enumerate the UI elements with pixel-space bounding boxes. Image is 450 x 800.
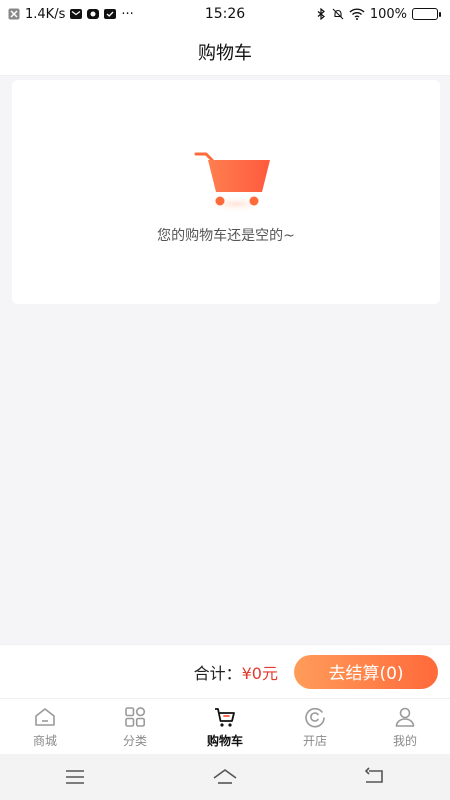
more-notifications: ··· [121, 6, 134, 22]
battery-icon [412, 8, 441, 20]
back-icon[interactable] [361, 766, 389, 788]
bluetooth-icon [315, 7, 327, 21]
status-right: 100% [315, 6, 441, 22]
system-nav-bar [0, 754, 450, 800]
profile-icon [395, 707, 415, 727]
tab-label: 分类 [122, 734, 147, 748]
total-label: 合计： [193, 663, 242, 683]
checkout-bar: 合计： ¥0元 去结算(0) [0, 644, 450, 698]
mail-icon [70, 8, 83, 20]
home-nav-icon[interactable] [211, 766, 239, 788]
battery-percent: 100% [369, 6, 407, 22]
empty-cart-card: 您的购物车还是空的~ [12, 80, 440, 304]
menu-icon[interactable] [61, 766, 89, 788]
wifi-icon [349, 8, 365, 20]
home-icon [35, 708, 55, 726]
empty-cart-message: 您的购物车还是空的~ [157, 228, 295, 244]
tab-label: 购物车 [206, 734, 243, 748]
tab-label: 我的 [392, 734, 417, 748]
category-icon [125, 707, 146, 727]
mute-bell-icon [332, 8, 344, 20]
tab-cart[interactable]: 购物车 [180, 699, 270, 754]
shop-icon [305, 707, 325, 728]
network-speed: 1.4K/s [25, 6, 66, 22]
status-left: 1.4K/s ··· [8, 7, 134, 22]
page-title: 购物车 [0, 28, 450, 76]
checkout-button[interactable]: 去结算(0) [294, 654, 438, 689]
tab-open-shop[interactable]: 开店 [270, 699, 360, 754]
tab-category[interactable]: 分类 [90, 699, 180, 754]
tab-label: 商城 [32, 734, 57, 748]
task-icon [104, 8, 117, 20]
empty-cart-icon [194, 152, 270, 213]
tab-profile[interactable]: 我的 [360, 699, 450, 754]
cart-icon [215, 708, 235, 727]
total-amount: ¥0元 [241, 663, 278, 683]
no-sim-icon [8, 8, 20, 20]
status-bar: 1.4K/s ··· 15:26 100% [0, 0, 450, 28]
screen: 1.4K/s ··· 15:26 100% 购物车 您的购物车还是空的~ 合计：… [0, 0, 450, 800]
bottom-tab-bar: 商城 分类 购物车 开店 我的 [0, 698, 450, 754]
tab-mall[interactable]: 商城 [0, 699, 90, 754]
message-icon [87, 8, 100, 20]
tab-label: 开店 [302, 734, 327, 748]
